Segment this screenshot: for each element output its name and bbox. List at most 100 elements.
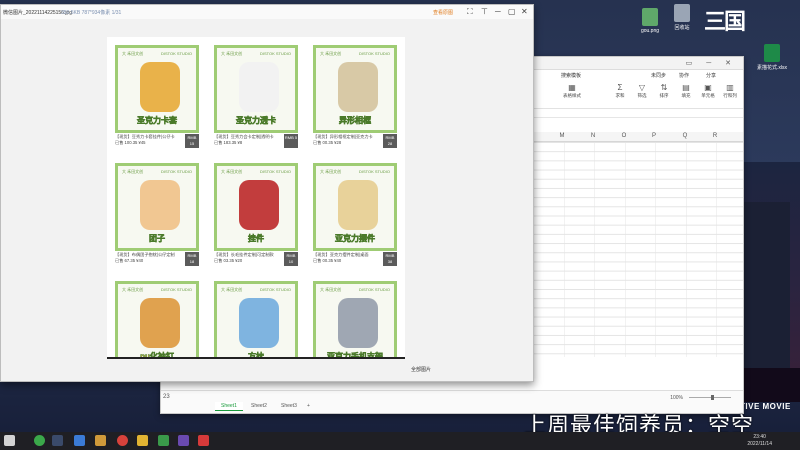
product-price: RMB 18 (185, 252, 199, 266)
product-caption: 圣克力透卡 (236, 116, 277, 126)
table-icon: ▦ (568, 83, 576, 92)
taskbar-app-photos-icon[interactable] (178, 435, 189, 446)
product-brand: 大 禾田文创 (221, 287, 243, 292)
start-windows-icon[interactable] (4, 435, 15, 446)
product-card: 大 禾田文创 DISTOK STUDIO pu化袖钉 (113, 279, 201, 359)
product-illustration (338, 180, 378, 230)
product-illustration (140, 62, 180, 112)
col-header-n[interactable]: N (578, 133, 608, 139)
menu-unsynced[interactable]: 未同步 (651, 72, 666, 79)
ribbon-filter[interactable]: ▽ 筛选 (631, 83, 653, 99)
product-studio: DISTOK STUDIO (358, 51, 390, 56)
image-viewer-window[interactable]: 微信图片_20221114225156.jpg 350.5KB 787*934像… (0, 4, 534, 382)
desktop-icon-recycle[interactable]: 回收站 (662, 4, 702, 31)
product-brand: 大 禾田文创 (221, 169, 243, 174)
all-images-link[interactable]: 全部图片 (411, 366, 431, 373)
sheet-window-controls[interactable]: ▭ ─ ✕ (686, 59, 737, 67)
product-illustration (338, 298, 378, 348)
product-brand: 大 禾田文创 (122, 169, 144, 174)
ribbon-table-style[interactable]: ▦ 表格样式 (561, 83, 583, 99)
product-price: RMB 38 (383, 252, 397, 266)
col-header-r[interactable]: R (700, 133, 730, 139)
product-illustration (140, 298, 180, 348)
product-illustration (239, 62, 279, 112)
taskbar-app-game-icon[interactable] (95, 435, 106, 446)
product-brand: 大 禾田文创 (320, 287, 342, 292)
taskbar-app-red-icon[interactable] (117, 435, 128, 446)
product-brand: 大 禾田文创 (320, 51, 342, 56)
product-illustration (239, 298, 279, 348)
ribbon-cell[interactable]: ▣ 单元格 (697, 83, 719, 99)
clock-time: 23:40 (753, 434, 766, 440)
col-header-m[interactable]: M (547, 133, 577, 139)
product-caption: 方枕 (248, 352, 265, 359)
product-sales: 已售 00.35 ¥28 (313, 140, 342, 145)
product-card: 大 禾田文创 DISTOK STUDIO 亚克力手机支架 (311, 279, 399, 357)
product-image: 大 禾田文创 DISTOK STUDIO 异形相框 (313, 45, 397, 133)
menu-share[interactable]: 分享 (706, 72, 716, 79)
product-desc: 【现货】豆秀力卡套挂件|公仔卡 已售 100.35 ¥45 (115, 134, 183, 146)
product-card: 大 禾田文创 DISTOK STUDIO 团子 【现货】布偶团子抱枕|公仔定制 已售 6… (113, 161, 201, 269)
viewer-titlebar: 微信图片_20221114225156.jpg 350.5KB 787*934像… (1, 5, 533, 19)
ribbon-rowcol[interactable]: ▥ 行和列 (719, 83, 741, 99)
taskbar-app-steam-icon[interactable] (52, 435, 63, 446)
cell-icon: ▣ (704, 83, 712, 92)
menu-search[interactable]: 搜索模板 (561, 72, 581, 79)
product-card: 大 禾田文创 DISTOK STUDIO 圣克力透卡 【现货】豆秀力会卡定制|透明卡已… (212, 43, 300, 151)
product-price: RMB 10 (284, 252, 298, 266)
minimize-icon[interactable]: ─ (495, 7, 501, 16)
maximize-icon[interactable]: ▢ (508, 7, 516, 16)
product-brand: 大 禾田文创 (320, 169, 342, 174)
add-sheet-button[interactable]: + (301, 402, 316, 410)
product-caption: 异形相框 (339, 116, 372, 126)
product-brand: 大 禾田文创 (221, 51, 243, 56)
sigma-icon: Σ (617, 83, 623, 92)
product-desc: 【现货】亚克力摆件定制|桌面 已售 00.35 ¥40 (313, 252, 381, 264)
taskbar-app-wps-icon[interactable] (198, 435, 209, 446)
product-brand: 大 禾田文创 (122, 287, 144, 292)
taskbar-app-green-icon[interactable] (34, 435, 45, 446)
product-card: 大 禾田文创 DISTOK STUDIO 方枕 (212, 279, 300, 359)
product-caption: 挂件 (248, 234, 265, 244)
tab-sheet3[interactable]: Sheet3 (275, 402, 303, 410)
taskbar-app-yellow-icon[interactable] (137, 435, 148, 446)
fullscreen-icon[interactable]: ⛶ (467, 7, 473, 17)
product-studio: DISTOK STUDIO (259, 51, 291, 56)
rowcol-icon: ▥ (726, 83, 734, 92)
fill-icon: ▤ (682, 83, 690, 92)
row-number: 23 (163, 394, 170, 400)
product-sales: 已售 67.35 ¥40 (115, 258, 144, 263)
product-sales: 已售 183.35 ¥8 (214, 140, 243, 145)
desktop-icon-xlsx[interactable]: 素描花式.xlsx (752, 44, 792, 71)
taskbar-app-wechat-icon[interactable] (158, 435, 169, 446)
product-sales: 已售 03.35 ¥20 (214, 258, 243, 263)
product-image: 大 禾田文创 DISTOK STUDIO 圣克力透卡 (214, 45, 298, 133)
product-caption: pu化袖钉 (140, 352, 174, 359)
system-clock[interactable]: 23:40 2022/11/14 (747, 434, 772, 448)
ribbon-sum[interactable]: Σ 求和 (609, 83, 631, 99)
ribbon-sort[interactable]: ⇅ 排序 (653, 83, 675, 99)
product-caption: 团子 (149, 234, 166, 244)
col-header-p[interactable]: P (639, 133, 669, 139)
col-header-q[interactable]: Q (670, 133, 700, 139)
viewer-fileinfo: 350.5KB 787*934像素 1/31 (61, 10, 122, 16)
close-icon[interactable]: ✕ (521, 7, 528, 16)
image-canvas[interactable]: 大 禾田文创 DISTOK STUDIO 圣克力卡套 【现货】豆秀力卡套挂件|公仔卡已… (107, 37, 405, 359)
zoom-slider[interactable] (689, 395, 731, 400)
tab-sheet1[interactable]: Sheet1 (215, 402, 243, 411)
product-studio: DISTOK STUDIO (160, 287, 192, 292)
taskbar-app-browser-icon[interactable] (74, 435, 85, 446)
product-studio: DISTOK STUDIO (259, 169, 291, 174)
sort-icon: ⇅ (660, 83, 668, 92)
menu-collab[interactable]: 协作 (679, 72, 689, 79)
product-illustration (140, 180, 180, 230)
pin-icon[interactable]: ⊤ (481, 7, 488, 16)
tab-sheet2[interactable]: Sheet2 (245, 402, 273, 410)
col-header-o[interactable]: O (609, 133, 639, 139)
view-original-button[interactable]: 查看原图 (433, 9, 453, 16)
ribbon-fill[interactable]: ▤ 填充 (675, 83, 697, 99)
cell-grid[interactable] (533, 142, 743, 357)
product-sales: 已售 00.35 ¥40 (313, 258, 342, 263)
product-image: 大 禾田文创 DISTOK STUDIO 亚克力手机支架 (313, 281, 397, 357)
product-image: 大 禾田文创 DISTOK STUDIO pu化袖钉 (115, 281, 199, 359)
